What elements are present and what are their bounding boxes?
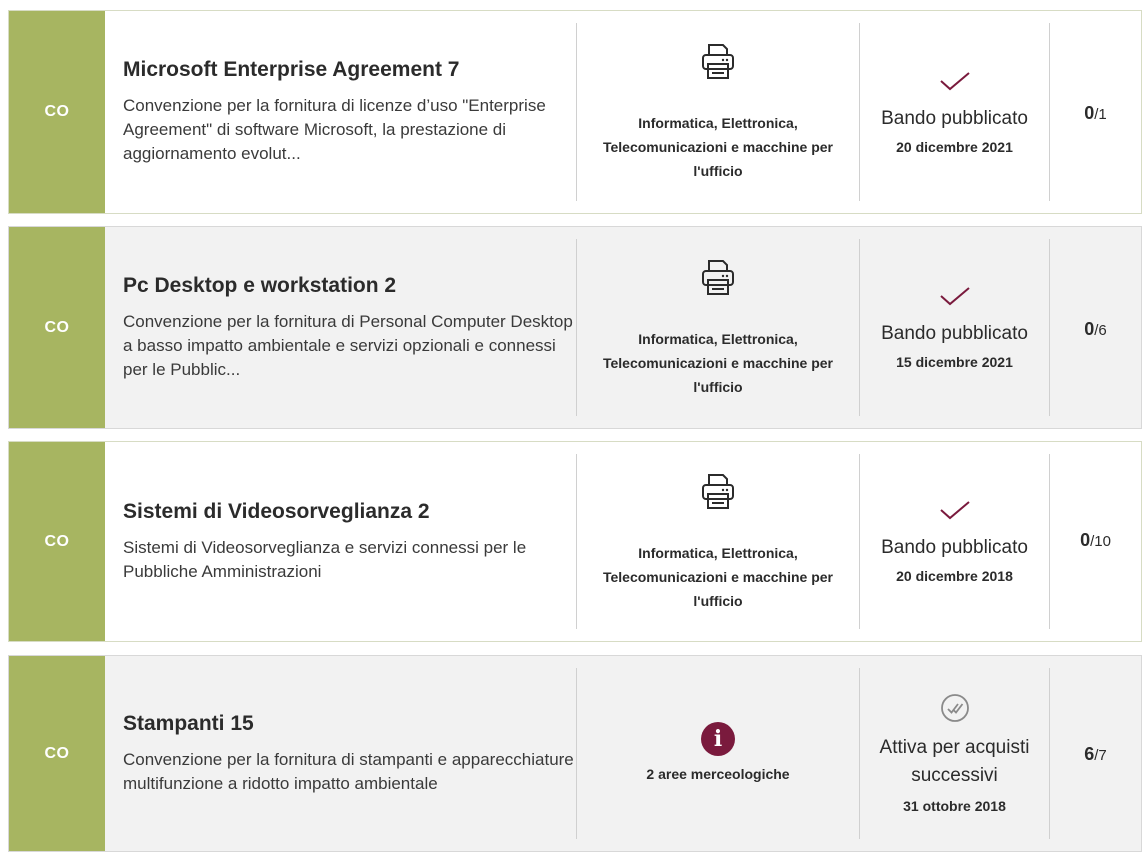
category-column: Informatica, Elettronica, Telecomunicazi… xyxy=(577,11,859,213)
item-description: Sistemi di Videosorveglianza e servizi c… xyxy=(123,537,527,581)
count-indicator: 0/6 xyxy=(1084,319,1107,340)
state-column: Attiva per acquisti successivi 31 ottobr… xyxy=(860,656,1049,851)
count-value: 6 xyxy=(1084,744,1095,764)
count-total: /10 xyxy=(1090,533,1111,550)
category-label: Informatica, Elettronica, Telecomunicazi… xyxy=(602,330,834,395)
item-description: Convenzione per la fornitura di Personal… xyxy=(123,311,573,379)
list-item[interactable]: CO Microsoft Enterprise Agreement 7 Conv… xyxy=(8,10,1142,214)
state-label: Bando pubblicato xyxy=(881,537,1028,558)
count-value: 0 xyxy=(1084,319,1095,339)
state-label: Attiva per acquisti successivi xyxy=(879,737,1030,786)
state-label: Bando pubblicato xyxy=(881,107,1028,129)
item-main: Pc Desktop e workstation 2 Convenzione p… xyxy=(105,227,576,428)
list-item[interactable]: CO Pc Desktop e workstation 2 Convenzion… xyxy=(8,226,1142,429)
count-indicator: 0/10 xyxy=(1080,530,1111,551)
item-main: Sistemi di Videosorveglianza 2 Sistemi d… xyxy=(105,442,576,641)
count-total: /1 xyxy=(1094,106,1107,123)
count-total: /7 xyxy=(1094,747,1107,764)
state-date: 20 dicembre 2021 xyxy=(896,138,1013,155)
convenzioni-list: CO Microsoft Enterprise Agreement 7 Conv… xyxy=(0,0,1144,852)
item-title[interactable]: Microsoft Enterprise Agreement 7 xyxy=(123,58,576,82)
item-main: Stampanti 15 Convenzione per la fornitur… xyxy=(105,656,576,851)
count-value: 0 xyxy=(1084,103,1095,123)
state-date: 20 dicembre 2018 xyxy=(896,568,1013,584)
check-icon xyxy=(938,285,972,312)
count-total: /6 xyxy=(1094,322,1107,339)
category-label: 2 aree merceologiche xyxy=(646,765,790,782)
count-column: 6/7 xyxy=(1050,656,1141,851)
category-label: Informatica, Elettronica, Telecomunicazi… xyxy=(602,544,834,609)
state-date: 15 dicembre 2021 xyxy=(896,354,1013,370)
list-item[interactable]: CO Stampanti 15 Convenzione per la forni… xyxy=(8,655,1142,852)
category-label: Informatica, Elettronica, Telecomunicazi… xyxy=(602,115,834,179)
item-title[interactable]: Pc Desktop e workstation 2 xyxy=(123,274,576,298)
type-badge: CO xyxy=(9,656,105,851)
type-badge: CO xyxy=(9,227,105,428)
item-description: Convenzione per la fornitura di stampant… xyxy=(123,749,574,793)
type-badge: CO xyxy=(9,442,105,641)
info-icon[interactable]: i xyxy=(701,721,735,756)
state-column: Bando pubblicato 20 dicembre 2018 xyxy=(860,442,1049,641)
count-indicator: 0/1 xyxy=(1084,103,1107,124)
category-column: Informatica, Elettronica, Telecomunicazi… xyxy=(577,227,859,428)
state-label: Bando pubblicato xyxy=(881,323,1028,344)
list-item[interactable]: CO Sistemi di Videosorveglianza 2 Sistem… xyxy=(8,441,1142,642)
state-column: Bando pubblicato 20 dicembre 2021 xyxy=(860,11,1049,213)
printer-icon xyxy=(700,41,736,81)
count-column: 0/10 xyxy=(1050,442,1141,641)
printer-icon xyxy=(700,471,736,511)
count-column: 0/1 xyxy=(1050,11,1141,213)
category-column: i 2 aree merceologiche xyxy=(577,656,859,851)
check-icon xyxy=(938,70,972,97)
category-column: Informatica, Elettronica, Telecomunicazi… xyxy=(577,442,859,641)
item-main: Microsoft Enterprise Agreement 7 Convenz… xyxy=(105,11,576,213)
count-indicator: 6/7 xyxy=(1084,744,1107,765)
state-date: 31 ottobre 2018 xyxy=(903,798,1006,814)
item-title[interactable]: Sistemi di Videosorveglianza 2 xyxy=(123,500,576,524)
printer-icon xyxy=(700,257,736,297)
double-check-icon xyxy=(940,693,970,728)
count-column: 0/6 xyxy=(1050,227,1141,428)
item-description: Convenzione per la fornitura di licenze … xyxy=(123,96,546,163)
check-icon xyxy=(938,499,972,526)
state-column: Bando pubblicato 15 dicembre 2021 xyxy=(860,227,1049,428)
type-badge: CO xyxy=(9,11,105,213)
item-title[interactable]: Stampanti 15 xyxy=(123,712,576,736)
count-value: 0 xyxy=(1080,530,1091,550)
